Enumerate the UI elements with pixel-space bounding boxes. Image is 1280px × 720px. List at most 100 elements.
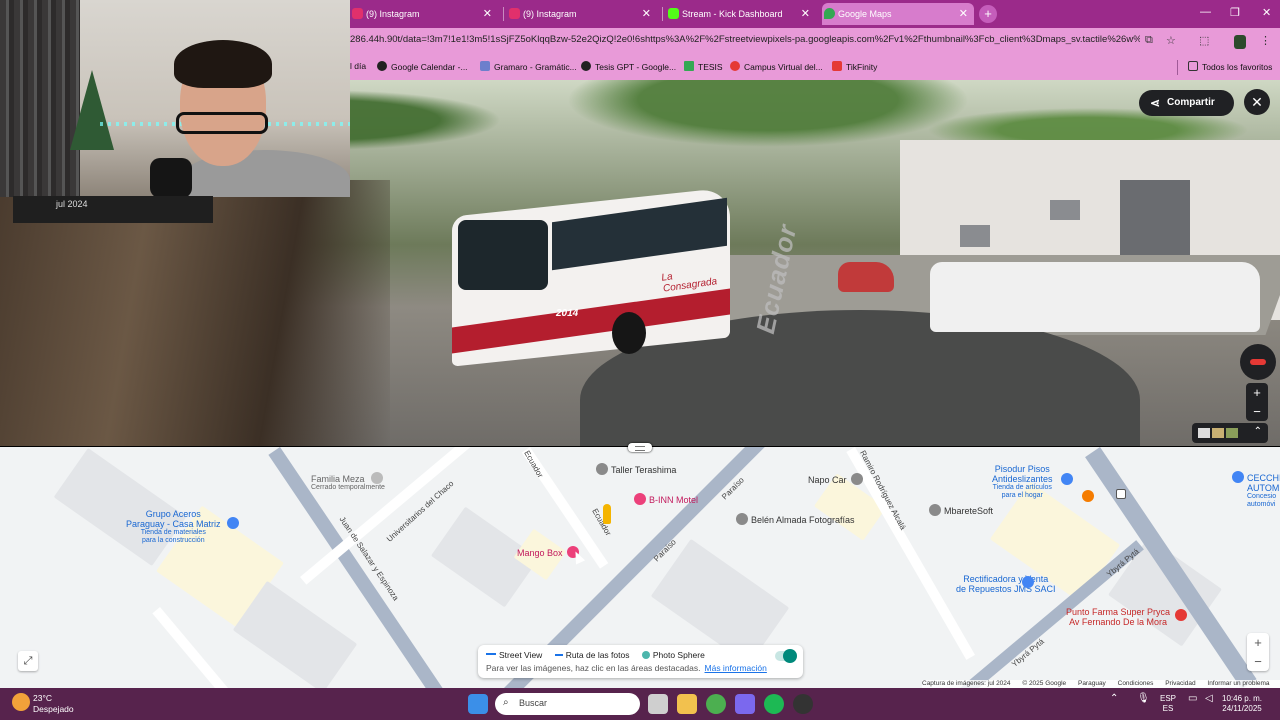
minimize-icon[interactable]: —: [1200, 6, 1211, 18]
share-icon: ⋖: [1150, 96, 1161, 110]
bus-stop-icon[interactable]: [1116, 489, 1126, 499]
thumbnail[interactable]: [1198, 428, 1210, 438]
bus-wheel: [612, 312, 646, 354]
app-icon[interactable]: [735, 694, 755, 714]
compass-icon[interactable]: [1240, 344, 1276, 380]
weather-widget[interactable]: 23°C Despejado: [33, 693, 74, 715]
instagram-icon: [352, 8, 363, 19]
imagery-thumbnails[interactable]: ⌃: [1192, 423, 1268, 443]
bookmark-partial[interactable]: l día: [350, 61, 366, 71]
shopping-pin-icon[interactable]: [227, 517, 239, 529]
privacy-link[interactable]: Privacidad: [1165, 680, 1195, 687]
close-tab-icon[interactable]: ✕: [642, 7, 651, 20]
poi-cecchi[interactable]: CECCHI AUTOM Concesio automóvi: [1232, 471, 1280, 509]
poi-punto-farma[interactable]: Punto Farma Super Pryca Av Fernando De l…: [1066, 607, 1170, 627]
poi-taller-terashima[interactable]: Taller Terashima: [596, 463, 676, 475]
chrome-icon[interactable]: [706, 694, 726, 714]
poi-binn-motel[interactable]: B-INN Motel: [634, 493, 698, 505]
spotify-icon[interactable]: [764, 694, 784, 714]
language-indicator[interactable]: ESP ES: [1160, 694, 1176, 714]
pegman-icon[interactable]: [603, 504, 611, 524]
start-icon[interactable]: [468, 694, 488, 714]
map-zoom-control: + −: [1247, 633, 1269, 671]
poi-mbaretesoft[interactable]: MbareteSoft: [929, 504, 993, 516]
poi-grupo-aceros[interactable]: Grupo Aceros Paraguay - Casa Matriz Tien…: [126, 509, 221, 545]
tab-instagram-1[interactable]: (9) Instagram ✕: [350, 3, 498, 25]
poi-familia-meza[interactable]: Familia Meza Cerrado temporalmente: [311, 472, 386, 492]
christmas-tree: [70, 70, 114, 150]
pharmacy-pin-icon[interactable]: [1175, 609, 1187, 621]
poi-belen-almada[interactable]: Belén Almada Fotografías: [736, 513, 855, 525]
imagery-date: Captura de imágenes: jul 2024: [922, 680, 1011, 687]
install-app-icon[interactable]: ⧉: [1145, 34, 1153, 47]
window-close-icon[interactable]: ✕: [1262, 6, 1271, 19]
bookmark-tikfinity[interactable]: TikFinity: [832, 61, 877, 72]
map-zoom-in-button[interactable]: +: [1247, 633, 1269, 652]
profile-avatar[interactable]: [1234, 35, 1246, 49]
task-view-icon[interactable]: [648, 694, 668, 714]
shopping-pin-icon[interactable]: [1061, 473, 1073, 485]
shopping-pin-icon[interactable]: [1022, 576, 1034, 588]
tab-google-maps[interactable]: Google Maps ✕: [822, 3, 974, 25]
tray-overflow-icon[interactable]: ⌃: [1110, 694, 1118, 704]
share-button[interactable]: ⋖ Compartir: [1139, 90, 1234, 116]
obs-icon[interactable]: [793, 694, 813, 714]
microphone: [150, 158, 192, 197]
tab-separator: [503, 7, 504, 21]
tab-kick-dashboard[interactable]: Stream - Kick Dashboard ✕: [666, 3, 816, 25]
region-link[interactable]: Paraguay: [1078, 680, 1106, 687]
bookmark-gramaro[interactable]: Gramaro - Gramátic...: [480, 61, 577, 72]
poi-pisodur[interactable]: Pisodur Pisos Antideslizantes Tienda de …: [992, 464, 1053, 500]
bookmark-google-calendar[interactable]: Google Calendar -...: [377, 61, 468, 72]
bookmark-campus-virtual[interactable]: Campus Virtual del...: [730, 61, 823, 72]
resize-handle[interactable]: [628, 443, 652, 452]
url-field[interactable]: 286.44h.90t/data=!3m7!1e1!3m5!1sSjFZ5oKl…: [350, 34, 1140, 45]
all-favorites-folder[interactable]: Todos los favoritos: [1188, 61, 1272, 72]
network-icon[interactable]: ▭: [1188, 694, 1197, 704]
map-zoom-out-button[interactable]: −: [1247, 652, 1269, 671]
poi-rectificadora[interactable]: Rectificadora y Venta de Repuestos JMS S…: [956, 574, 1056, 594]
weather-icon[interactable]: [12, 693, 30, 711]
terms-link[interactable]: Condiciones: [1118, 680, 1154, 687]
streamer-glasses: [176, 112, 268, 134]
close-tab-icon[interactable]: ✕: [801, 7, 810, 20]
taskbar-search[interactable]: ⌕ Buscar: [495, 693, 640, 715]
extensions-icon[interactable]: ⬚: [1199, 34, 1209, 47]
close-street-view-button[interactable]: ✕: [1244, 89, 1270, 115]
expand-icon[interactable]: ⌃: [1254, 426, 1262, 437]
place-pin-icon: [596, 463, 608, 475]
restore-icon[interactable]: ❐: [1230, 6, 1240, 19]
thumbnail[interactable]: [1226, 428, 1238, 438]
new-tab-button[interactable]: +: [979, 5, 997, 23]
report-problem-link[interactable]: Informar un problema: [1207, 680, 1269, 687]
restaurant-pin-icon[interactable]: [1082, 490, 1094, 502]
microphone-icon[interactable]: 🎙: [1137, 694, 1150, 704]
bookmark-star-icon[interactable]: ☆: [1166, 34, 1176, 47]
close-tab-icon[interactable]: ✕: [483, 7, 492, 20]
file-explorer-icon[interactable]: [677, 694, 697, 714]
tab-instagram-2[interactable]: (9) Instagram ✕: [507, 3, 657, 25]
thumbnail[interactable]: [1212, 428, 1224, 438]
document-icon: [480, 61, 490, 71]
street-view-zoom-control: + −: [1246, 383, 1268, 421]
bookmarks-bar: l día Google Calendar -... Gramaro - Gra…: [350, 55, 1280, 80]
browser-menu-icon[interactable]: ⋮: [1260, 34, 1271, 47]
tab-title: (9) Instagram: [523, 9, 577, 19]
close-tab-icon[interactable]: ✕: [959, 7, 968, 20]
bus: La Consagrada 2014: [452, 187, 730, 386]
bookmarks-separator: [1177, 60, 1178, 75]
clock[interactable]: 10:46 p. m. 24/11/2025: [1222, 694, 1262, 714]
zoom-in-button[interactable]: +: [1246, 383, 1268, 402]
bookmark-tesis[interactable]: TESIS: [684, 61, 723, 72]
zoom-out-button[interactable]: −: [1246, 402, 1268, 421]
browser-tab-strip: (9) Instagram ✕ (9) Instagram ✕ Stream -…: [350, 0, 1280, 28]
volume-icon[interactable]: ◁: [1205, 694, 1213, 704]
expand-map-icon[interactable]: ⤢: [18, 651, 38, 671]
window: [1050, 200, 1080, 220]
poi-napo-car[interactable]: Napo Car: [808, 473, 866, 485]
more-info-link[interactable]: Más información: [705, 663, 767, 673]
folder-icon: [1188, 61, 1198, 71]
address-bar: 286.44h.90t/data=!3m7!1e1!3m5!1sSjFZ5oKl…: [350, 28, 1280, 55]
street-view-toggle[interactable]: [775, 649, 797, 663]
bookmark-tesis-gpt[interactable]: Tesis GPT - Google...: [581, 61, 676, 72]
